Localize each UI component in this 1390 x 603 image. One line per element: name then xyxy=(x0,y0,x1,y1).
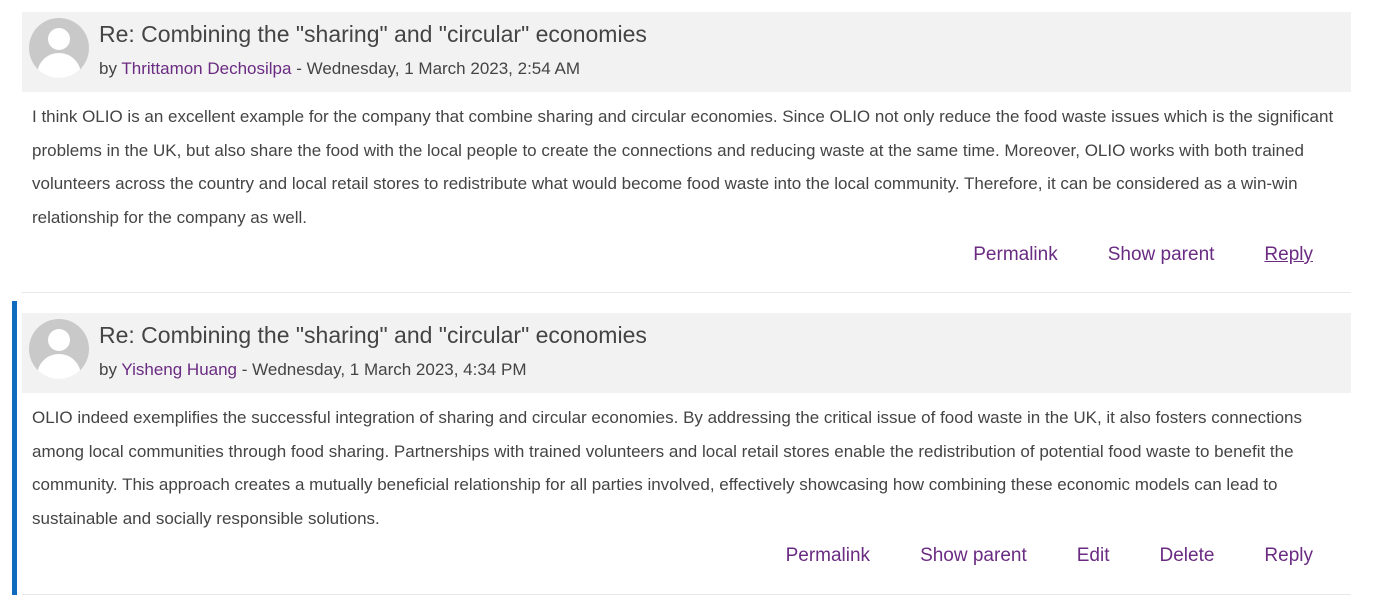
author-link[interactable]: Thrittamon Dechosilpa xyxy=(121,59,291,78)
avatar-body-shape xyxy=(37,53,81,78)
delete-link[interactable]: Delete xyxy=(1160,545,1215,567)
byline-by: by xyxy=(99,360,117,379)
post-header: Re: Combining the "sharing" and "circula… xyxy=(22,12,1351,92)
user-avatar-icon[interactable] xyxy=(29,319,89,379)
post-subject: Re: Combining the "sharing" and "circula… xyxy=(99,21,647,47)
post-header: Re: Combining the "sharing" and "circula… xyxy=(22,313,1351,393)
post-byline: by Yisheng Huang - Wednesday, 1 March 20… xyxy=(99,360,526,380)
edit-link[interactable]: Edit xyxy=(1077,545,1110,567)
byline-by: by xyxy=(99,59,117,78)
show-parent-link[interactable]: Show parent xyxy=(1108,244,1215,266)
post-date: - Wednesday, 1 March 2023, 4:34 PM xyxy=(237,360,527,379)
post-content: I think OLIO is an excellent example for… xyxy=(32,107,1334,227)
reply-link[interactable]: Reply xyxy=(1264,545,1313,567)
post-byline: by Thrittamon Dechosilpa - Wednesday, 1 … xyxy=(99,59,580,79)
forum-post: Re: Combining the "sharing" and "circula… xyxy=(22,12,1351,293)
permalink-link[interactable]: Permalink xyxy=(973,244,1057,266)
avatar-head-shape xyxy=(48,329,70,351)
post-highlight-bar xyxy=(12,301,17,595)
show-parent-link[interactable]: Show parent xyxy=(920,545,1027,567)
author-link[interactable]: Yisheng Huang xyxy=(121,360,237,379)
post-content: OLIO indeed exemplifies the successful i… xyxy=(32,408,1302,528)
post-subject: Re: Combining the "sharing" and "circula… xyxy=(99,322,647,348)
avatar-head-shape xyxy=(48,28,70,50)
post-actions: Permalink Show parent Reply xyxy=(973,244,1313,266)
reply-link[interactable]: Reply xyxy=(1264,244,1313,266)
post-actions: Permalink Show parent Edit Delete Reply xyxy=(786,545,1313,567)
permalink-link[interactable]: Permalink xyxy=(786,545,870,567)
post-date: - Wednesday, 1 March 2023, 2:54 AM xyxy=(291,59,580,78)
forum-post: Re: Combining the "sharing" and "circula… xyxy=(22,313,1351,595)
user-avatar-icon[interactable] xyxy=(29,18,89,78)
avatar-body-shape xyxy=(37,354,81,379)
